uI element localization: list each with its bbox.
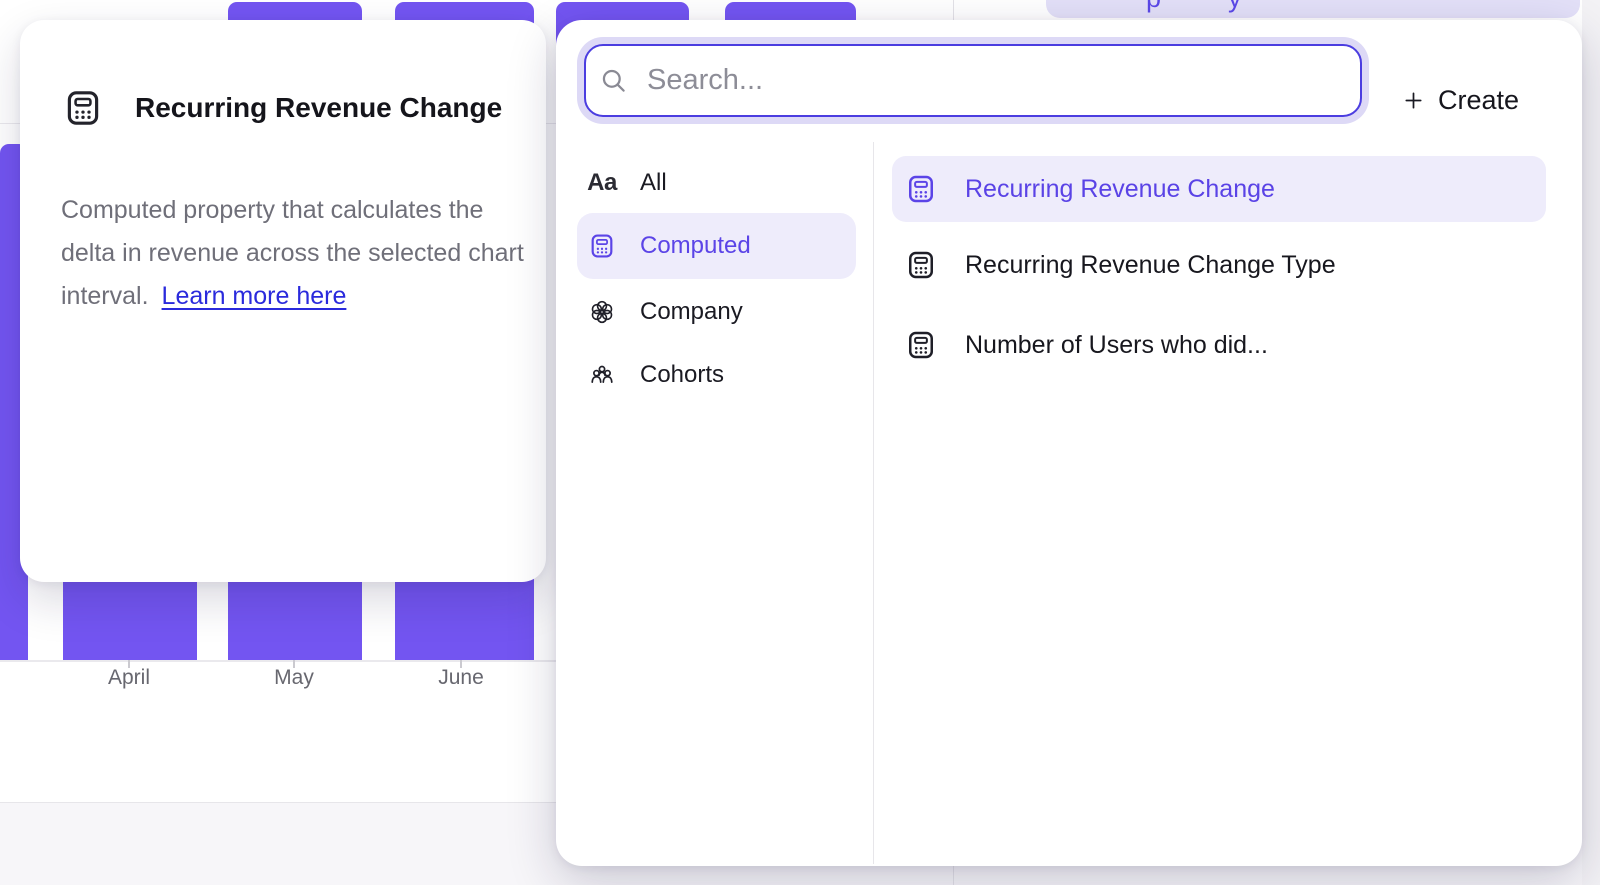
- cohorts-people-icon: [589, 362, 615, 388]
- list-divider: [873, 142, 874, 864]
- category-label: Company: [640, 298, 743, 326]
- category-label: Computed: [640, 232, 751, 260]
- category-item-company[interactable]: Company: [577, 279, 856, 345]
- category-label: All: [640, 169, 667, 197]
- category-item-cohorts[interactable]: Cohorts: [577, 342, 856, 408]
- result-item-number-of-users[interactable]: Number of Users who did...: [892, 312, 1546, 378]
- clipped-text-fragment: p: [1146, 0, 1161, 14]
- category-label: Cohorts: [640, 361, 724, 389]
- tooltip-header: Recurring Revenue Change: [64, 86, 502, 130]
- create-button-label: Create: [1438, 85, 1519, 116]
- create-button[interactable]: Create: [1402, 64, 1519, 137]
- category-item-computed[interactable]: Computed: [577, 213, 856, 279]
- category-item-all[interactable]: Aa All: [577, 150, 856, 216]
- description-line-end: interval.: [61, 282, 149, 310]
- calculator-icon: [589, 233, 615, 259]
- property-description: Computed property that calculates the de…: [61, 189, 524, 318]
- screen: April May June p y Recurring Revenue Cha…: [0, 0, 1600, 885]
- search-input[interactable]: [627, 51, 1360, 111]
- calculator-icon: [64, 89, 102, 127]
- clipped-text-fragment: y: [1228, 0, 1242, 14]
- search-focus-ring: [577, 37, 1369, 124]
- clipped-highlight-pill: p y: [1046, 0, 1580, 18]
- calculator-icon: [906, 330, 936, 360]
- calculator-icon: [906, 250, 936, 280]
- calculator-icon: [906, 174, 936, 204]
- result-item-recurring-revenue-change-type[interactable]: Recurring Revenue Change Type: [892, 232, 1546, 298]
- description-line: interval. Learn more here: [61, 275, 524, 318]
- description-line: delta in revenue across the selected cha…: [61, 232, 524, 275]
- text-format-icon: Aa: [589, 170, 615, 196]
- result-label: Recurring Revenue Change Type: [965, 251, 1336, 280]
- axis-label-may: May: [274, 666, 314, 690]
- background-right-strip: [1582, 0, 1600, 885]
- result-label: Number of Users who did...: [965, 331, 1268, 360]
- result-item-recurring-revenue-change[interactable]: Recurring Revenue Change: [892, 156, 1546, 222]
- axis-label-april: April: [108, 666, 150, 690]
- plus-icon: [1402, 89, 1425, 112]
- property-title: Recurring Revenue Change: [135, 92, 502, 124]
- property-picker-modal: Create Aa All Computed: [556, 20, 1582, 866]
- learn-more-link[interactable]: Learn more here: [162, 282, 347, 310]
- description-line: Computed property that calculates the: [61, 189, 524, 232]
- result-label: Recurring Revenue Change: [965, 175, 1275, 204]
- search-box[interactable]: [584, 44, 1362, 117]
- axis-label-june: June: [438, 666, 484, 690]
- company-cluster-icon: [589, 299, 615, 325]
- property-tooltip-card: Recurring Revenue Change Computed proper…: [20, 20, 546, 582]
- search-icon: [600, 67, 627, 94]
